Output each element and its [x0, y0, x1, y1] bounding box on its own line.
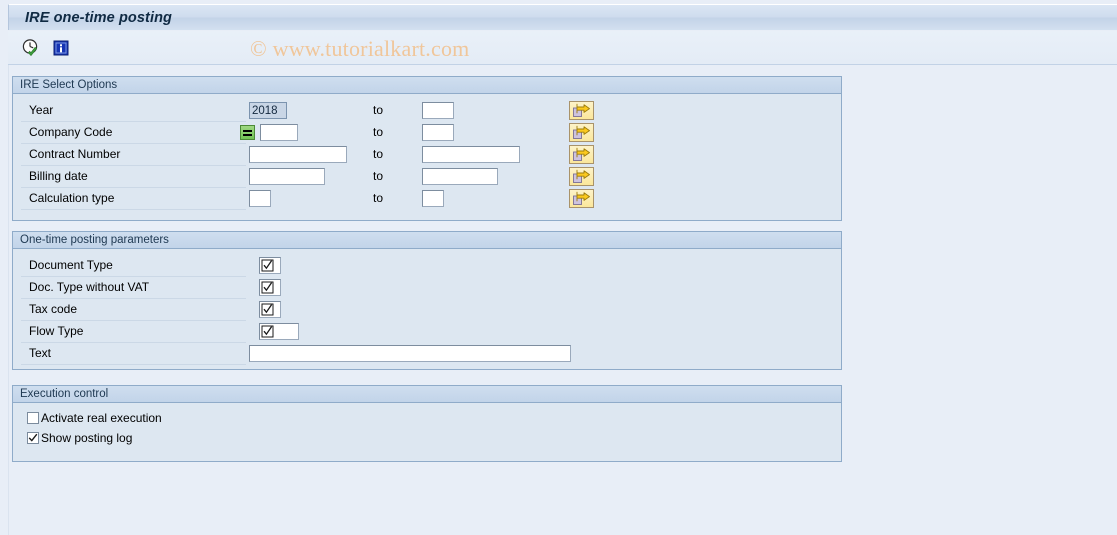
checkbox-activate-real-execution[interactable]: [27, 412, 39, 424]
label-text: Text: [29, 346, 52, 360]
input-company-code-from[interactable]: [260, 124, 298, 141]
panel-title-select-options: IRE Select Options: [20, 79, 118, 91]
label-document-type: Document Type: [29, 258, 113, 272]
input-billing-date-from[interactable]: [249, 168, 325, 185]
panel-one-time-posting-parameters: One-time posting parameters Document Typ…: [12, 231, 842, 370]
checkbox-row-show-posting-log[interactable]: Show posting log: [27, 430, 132, 446]
panel-execution-control: Execution control Activate real executio…: [12, 385, 842, 462]
input-tax-code[interactable]: [259, 301, 281, 318]
execute-icon[interactable]: [20, 37, 42, 59]
label-flow-type: Flow Type: [29, 324, 84, 338]
row-doc-type-without-vat: Doc. Type without VAT: [13, 277, 841, 299]
row-contract-number: Contract Number to: [13, 144, 841, 166]
panel-header-execution-control: Execution control: [13, 386, 841, 403]
label-tax-code: Tax code: [29, 302, 78, 316]
window-title-bar: IRE one-time posting: [8, 4, 1117, 30]
label-contract-number: Contract Number: [29, 147, 121, 161]
multiselect-button-billing-date[interactable]: [569, 167, 594, 186]
input-year-to[interactable]: [422, 102, 454, 119]
row-separator: [21, 209, 246, 210]
input-year-from[interactable]: [249, 102, 287, 119]
panel-title-execution-control: Execution control: [20, 388, 109, 400]
window-title: IRE one-time posting: [25, 9, 172, 26]
input-company-code-to[interactable]: [422, 124, 454, 141]
checked-box-glyph: [261, 325, 274, 338]
label-year: Year: [29, 103, 54, 117]
input-text[interactable]: [249, 345, 571, 362]
row-text: Text: [13, 343, 841, 365]
checked-box-glyph: [261, 259, 274, 272]
row-tax-code: Tax code: [13, 299, 841, 321]
row-flow-type: Flow Type: [13, 321, 841, 343]
row-document-type: Document Type: [13, 255, 841, 277]
info-icon[interactable]: [50, 37, 72, 59]
label-company-code: Company Code: [29, 125, 113, 139]
application-toolbar: [8, 31, 1117, 65]
row-year: Year to: [13, 100, 841, 122]
input-document-type[interactable]: [259, 257, 281, 274]
input-contract-number-from[interactable]: [249, 146, 347, 163]
input-flow-type[interactable]: [259, 323, 299, 340]
row-billing-date: Billing date to: [13, 166, 841, 188]
checkbox-label-show-posting-log: Show posting log: [41, 431, 133, 445]
checkbox-show-posting-log[interactable]: [27, 432, 39, 444]
operator-button-company-code[interactable]: [240, 125, 255, 140]
label-to-billing-date: to: [373, 169, 384, 183]
panel-title-posting-parameters: One-time posting parameters: [20, 234, 169, 246]
label-to-calculation-type: to: [373, 191, 384, 205]
input-calculation-type-from[interactable]: [249, 190, 271, 207]
row-calculation-type: Calculation type to: [13, 188, 841, 210]
multiselect-button-year[interactable]: [569, 101, 594, 120]
multiselect-button-calculation-type[interactable]: [569, 189, 594, 208]
label-billing-date: Billing date: [29, 169, 88, 183]
panel-header-posting-parameters: One-time posting parameters: [13, 232, 841, 249]
left-gutter-divider: [8, 65, 9, 535]
checked-box-glyph: [261, 281, 274, 294]
row-company-code: Company Code to: [13, 122, 841, 144]
label-to-company-code: to: [373, 125, 384, 139]
label-calculation-type: Calculation type: [29, 191, 115, 205]
checkbox-row-activate-real-execution[interactable]: Activate real execution: [27, 410, 162, 426]
input-calculation-type-to[interactable]: [422, 190, 444, 207]
input-billing-date-to[interactable]: [422, 168, 498, 185]
panel-header-select-options: IRE Select Options: [13, 77, 841, 94]
checkbox-label-activate-real-execution: Activate real execution: [41, 411, 162, 425]
multiselect-button-company-code[interactable]: [569, 123, 594, 142]
checked-box-glyph: [261, 303, 274, 316]
row-separator: [21, 364, 246, 365]
panel-ire-select-options: IRE Select Options Year to Company Code …: [12, 76, 842, 221]
input-doc-type-without-vat[interactable]: [259, 279, 281, 296]
check-mark-icon: [28, 433, 38, 442]
input-contract-number-to[interactable]: [422, 146, 520, 163]
label-to-contract-number: to: [373, 147, 384, 161]
multiselect-button-contract-number[interactable]: [569, 145, 594, 164]
label-doc-type-without-vat: Doc. Type without VAT: [29, 280, 150, 294]
label-to-year: to: [373, 103, 384, 117]
